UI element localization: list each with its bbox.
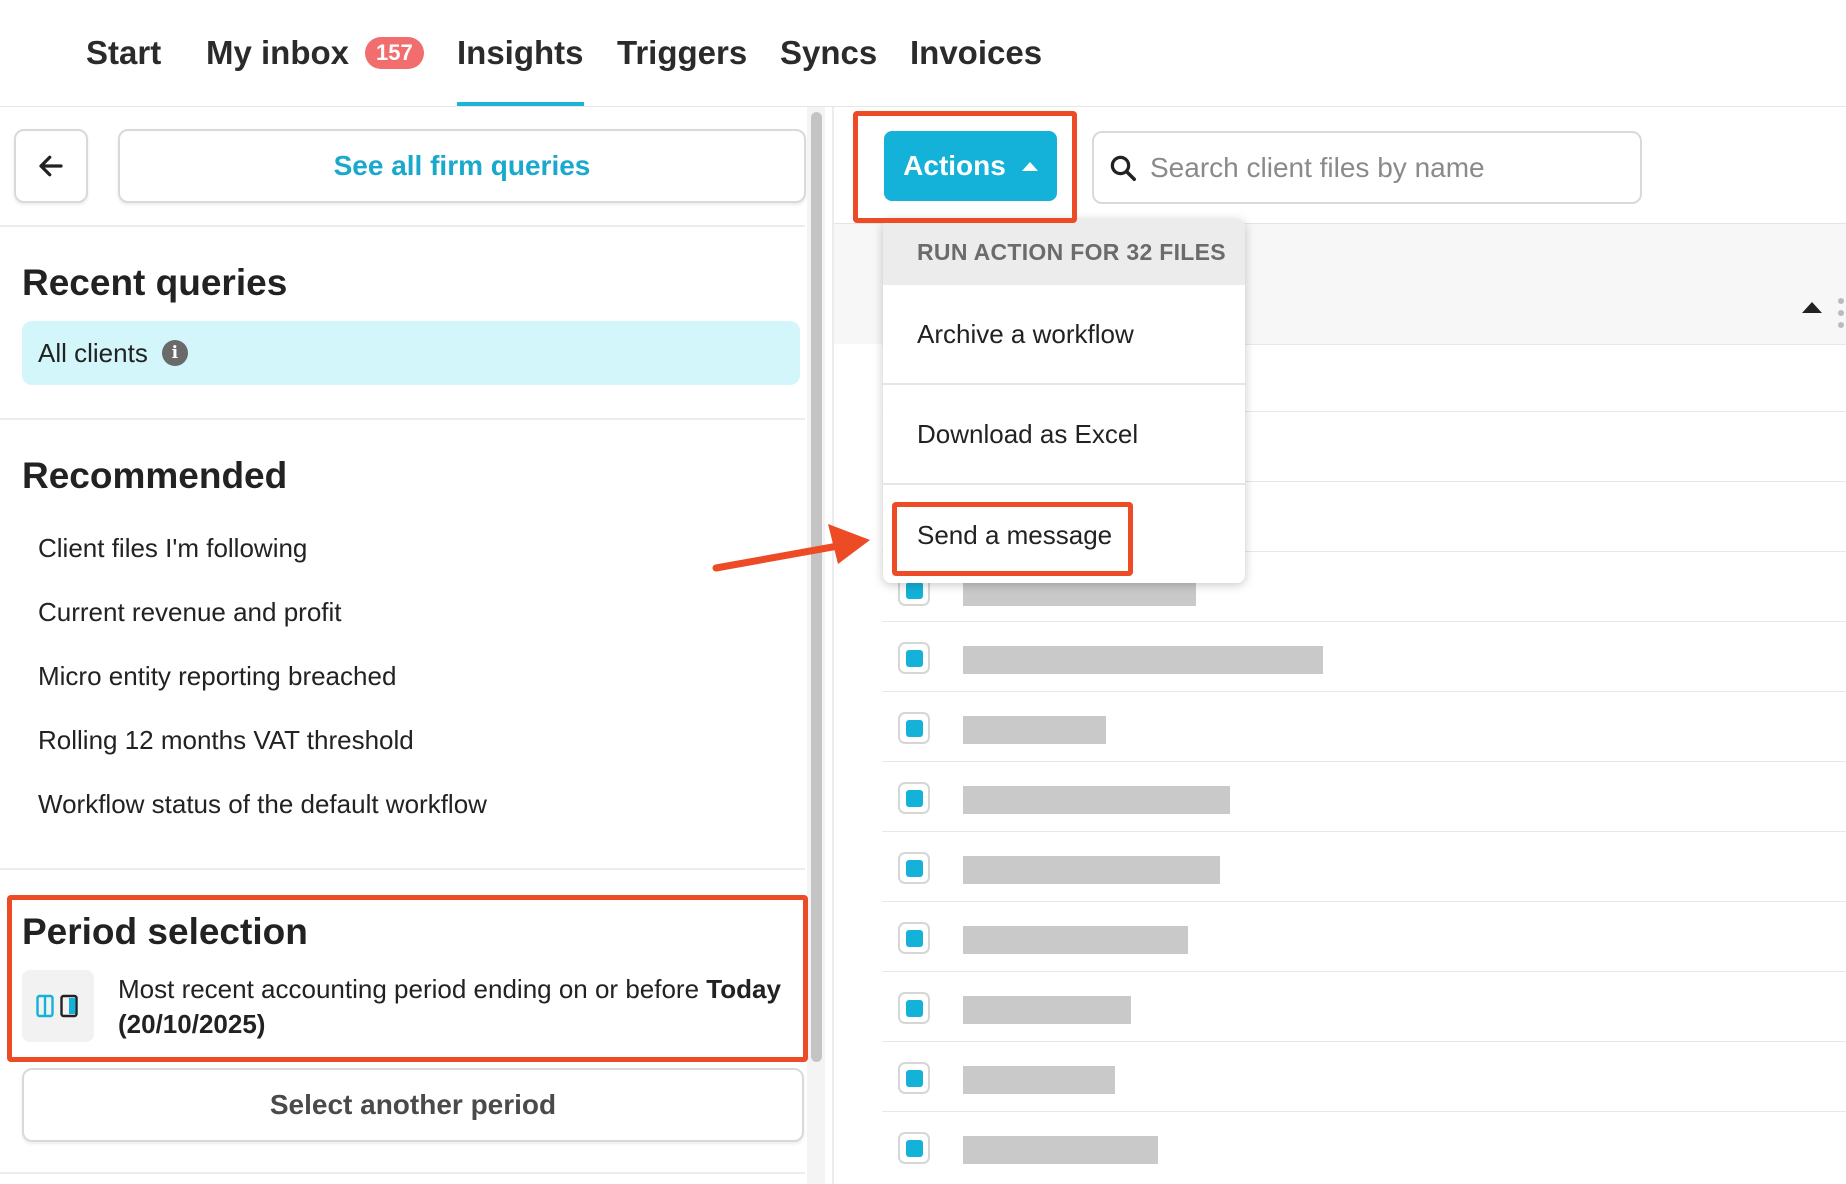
info-icon[interactable]: i [161, 340, 188, 366]
menu-item-label: Download as Excel [917, 418, 1139, 449]
chip-label: All clients [38, 337, 148, 368]
recommended-heading: Recommended [22, 455, 288, 496]
checkbox-fill [905, 649, 923, 667]
search-input[interactable] [1148, 150, 1622, 185]
sidebar-scrollbar-thumb[interactable] [811, 112, 822, 1062]
nav-tab-syncs[interactable]: Syncs [780, 0, 877, 106]
nav-tab-label: Syncs [780, 34, 878, 71]
recommended-item[interactable]: Client files I'm following [38, 533, 307, 564]
redacted-client-name [963, 856, 1220, 884]
nav-tab-label: Invoices [910, 34, 1043, 71]
dropdown-header: RUN ACTION FOR 32 FILES [883, 219, 1245, 285]
redacted-client-name [963, 996, 1131, 1024]
checkbox-fill [905, 1069, 923, 1087]
menu-item-label: Archive a workflow [917, 318, 1134, 349]
sort-ascending-icon[interactable] [1802, 302, 1822, 313]
redacted-client-name [963, 786, 1230, 814]
row-checkbox[interactable] [898, 782, 930, 814]
search-field[interactable] [1092, 131, 1642, 204]
divider [0, 868, 805, 870]
redacted-client-name [963, 926, 1188, 954]
period-columns-icon [22, 970, 94, 1042]
nav-tab-label: Triggers [617, 34, 748, 71]
see-all-label: See all firm queries [333, 150, 591, 181]
checkbox-fill [905, 581, 923, 599]
divider [0, 418, 805, 420]
nav-tab-invoices[interactable]: Invoices [910, 0, 1042, 106]
row-divider [882, 761, 1846, 762]
arrow-left-icon [39, 155, 63, 177]
actions-button[interactable]: Actions [884, 131, 1057, 201]
row-checkbox[interactable] [898, 712, 930, 744]
redacted-client-name [963, 646, 1323, 674]
checkbox-fill [905, 719, 923, 737]
inbox-count-badge: 157 [365, 37, 424, 69]
row-divider [882, 621, 1846, 622]
recommended-item[interactable]: Workflow status of the default workflow [38, 789, 487, 820]
row-checkbox[interactable] [898, 1062, 930, 1094]
row-divider [882, 901, 1846, 902]
row-checkbox[interactable] [898, 1132, 930, 1164]
back-button[interactable] [14, 129, 88, 203]
actions-dropdown-menu: RUN ACTION FOR 32 FILES Archive a workfl… [883, 219, 1245, 583]
checkbox-fill [905, 1139, 923, 1157]
recommended-item[interactable]: Current revenue and profit [38, 597, 342, 628]
caret-up-icon [1021, 161, 1038, 171]
search-icon [1110, 155, 1136, 181]
redacted-client-name [963, 1066, 1115, 1094]
top-navigation: Start My inbox 157 Insights Triggers Sync… [0, 0, 1846, 107]
divider [0, 225, 805, 227]
checkbox-fill [905, 859, 923, 877]
nav-tab-start[interactable]: Start [86, 0, 161, 106]
menu-item-label: Send a message [917, 519, 1113, 550]
nav-tab-label: My inbox [206, 34, 350, 71]
checkbox-fill [905, 789, 923, 807]
divider [0, 1172, 805, 1174]
nav-tab-label: Start [86, 34, 162, 71]
menu-item-download-excel[interactable]: Download as Excel [883, 385, 1245, 485]
column-menu-icon[interactable] [1838, 298, 1844, 328]
actions-label: Actions [903, 150, 1006, 181]
all-clients-query-chip[interactable]: All clients i [22, 321, 800, 385]
row-divider [882, 691, 1846, 692]
row-checkbox[interactable] [898, 642, 930, 674]
select-another-period-button[interactable]: Select another period [22, 1068, 804, 1142]
checkbox-fill [905, 929, 923, 947]
period-columns-icon-graphic [36, 994, 78, 1018]
nav-tab-label: Insights [457, 34, 584, 71]
row-divider [882, 1111, 1846, 1112]
recommended-item[interactable]: Micro entity reporting breached [38, 661, 396, 692]
row-checkbox[interactable] [898, 852, 930, 884]
row-divider [882, 831, 1846, 832]
row-checkbox[interactable] [898, 922, 930, 954]
redacted-client-name [963, 1136, 1158, 1164]
menu-item-send-message[interactable]: Send a message [883, 485, 1245, 583]
row-checkbox[interactable] [898, 992, 930, 1024]
checkbox-fill [905, 999, 923, 1017]
row-divider [882, 971, 1846, 972]
period-description: Most recent accounting period ending on … [118, 972, 798, 1042]
period-text: Most recent accounting period ending on … [118, 974, 707, 1004]
recommended-item[interactable]: Rolling 12 months VAT threshold [38, 725, 414, 756]
period-selection-heading: Period selection [22, 911, 308, 952]
nav-tab-insights[interactable]: Insights [457, 0, 584, 106]
nav-tab-my-inbox[interactable]: My inbox 157 [206, 0, 424, 106]
redacted-client-name [963, 716, 1106, 744]
row-divider [882, 1041, 1846, 1042]
recent-queries-heading: Recent queries [22, 262, 288, 303]
dropdown-header-label: RUN ACTION FOR 32 FILES [917, 238, 1226, 265]
annotation-arrow-icon [712, 524, 870, 572]
select-period-label: Select another period [269, 1089, 557, 1120]
nav-tab-triggers[interactable]: Triggers [617, 0, 747, 106]
see-all-firm-queries-button[interactable]: See all firm queries [118, 129, 806, 203]
menu-item-archive-workflow[interactable]: Archive a workflow [883, 285, 1245, 385]
